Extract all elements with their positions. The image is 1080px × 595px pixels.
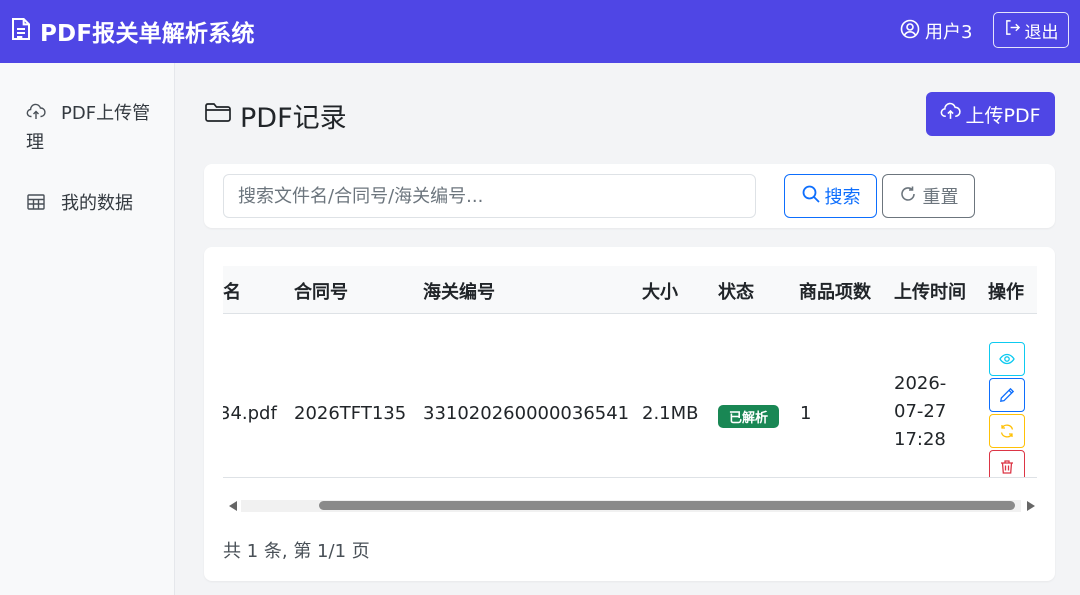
header-customs-no[interactable]: 海关编号 bbox=[423, 278, 495, 304]
records-table[interactable]: 名 合同号 海关编号 大小 状态 商品项数 上传时间 操作 34.pdf 202… bbox=[223, 266, 1037, 478]
arrow-repeat-icon bbox=[1000, 424, 1014, 438]
records-table-card: 名 合同号 海关编号 大小 状态 商品项数 上传时间 操作 34.pdf 202… bbox=[204, 247, 1055, 581]
brand-title: PDF报关单解析系统 bbox=[40, 21, 255, 47]
header-filename[interactable]: 名 bbox=[223, 278, 241, 304]
view-button[interactable] bbox=[989, 342, 1025, 376]
cloud-upload-icon bbox=[26, 99, 61, 128]
cell-contract-no: 2026TFT135 bbox=[294, 403, 407, 424]
search-card: 搜索 重置 bbox=[204, 164, 1055, 228]
header-upload-time[interactable]: 上传时间 bbox=[894, 278, 966, 304]
cloud-upload-icon bbox=[940, 101, 965, 127]
table-header: 名 合同号 海关编号 大小 状态 商品项数 上传时间 操作 bbox=[223, 266, 1037, 314]
search-icon bbox=[801, 184, 825, 209]
cell-filename[interactable]: 34.pdf bbox=[223, 403, 277, 424]
header-size[interactable]: 大小 bbox=[642, 278, 678, 304]
eye-icon bbox=[999, 353, 1015, 365]
search-label: 搜索 bbox=[824, 187, 861, 208]
row-divider bbox=[223, 477, 1037, 478]
cell-upload-time: 2026-07-27 17:28 bbox=[894, 373, 947, 450]
upload-pdf-label: 上传PDF bbox=[965, 104, 1041, 127]
sidebar-item-label: 我的数据 bbox=[61, 193, 133, 214]
table-icon bbox=[26, 189, 61, 218]
cell-item-count: 1 bbox=[800, 403, 812, 424]
trash-icon bbox=[1001, 460, 1013, 474]
horizontal-scrollbar[interactable] bbox=[223, 497, 1037, 515]
reset-label: 重置 bbox=[922, 187, 959, 208]
scroll-left-arrow[interactable] bbox=[229, 501, 237, 511]
logout-label: 退出 bbox=[1024, 22, 1059, 43]
top-navbar: PDF报关单解析系统 用户3 退出 bbox=[0, 0, 1080, 63]
header-actions: 操作 bbox=[988, 282, 1024, 303]
brand[interactable]: PDF报关单解析系统 bbox=[10, 14, 255, 48]
folder-icon bbox=[204, 99, 240, 132]
user-name: 用户3 bbox=[925, 22, 973, 43]
scroll-right-arrow[interactable] bbox=[1027, 501, 1035, 511]
reset-button[interactable]: 重置 bbox=[882, 174, 975, 218]
sidebar-item-pdf-upload[interactable]: PDF上传管理 bbox=[26, 99, 156, 157]
user-menu[interactable]: 用户3 bbox=[900, 18, 972, 44]
file-document-icon bbox=[10, 17, 40, 45]
header-status[interactable]: 状态 bbox=[718, 278, 754, 304]
page-title-text: PDF记录 bbox=[240, 103, 347, 134]
delete-button[interactable] bbox=[989, 450, 1025, 478]
logout-icon bbox=[1004, 19, 1025, 41]
edit-button[interactable] bbox=[989, 378, 1025, 412]
user-circle-icon bbox=[900, 19, 925, 44]
pagination-info: 共 1 条, 第 1/1 页 bbox=[223, 541, 370, 562]
sidebar: PDF上传管理 我的数据 bbox=[0, 63, 175, 595]
logout-button[interactable]: 退出 bbox=[993, 12, 1069, 48]
upload-pdf-button[interactable]: 上传PDF bbox=[926, 92, 1055, 136]
sidebar-item-my-data[interactable]: 我的数据 bbox=[26, 189, 133, 218]
cell-size: 2.1MB bbox=[642, 403, 699, 424]
header-item-count[interactable]: 商品项数 bbox=[799, 278, 871, 304]
search-button[interactable]: 搜索 bbox=[784, 174, 877, 218]
pencil-icon bbox=[1000, 387, 1015, 402]
header-contract-no[interactable]: 合同号 bbox=[294, 278, 348, 304]
scroll-thumb[interactable] bbox=[319, 501, 1015, 510]
search-input[interactable] bbox=[223, 174, 756, 218]
page-title: PDF记录 bbox=[204, 96, 347, 135]
cell-customs-no: 331020260000036541 bbox=[423, 403, 630, 424]
refresh-icon bbox=[899, 185, 923, 208]
reparse-button[interactable] bbox=[989, 414, 1025, 448]
status-badge: 已解析 bbox=[718, 405, 779, 428]
